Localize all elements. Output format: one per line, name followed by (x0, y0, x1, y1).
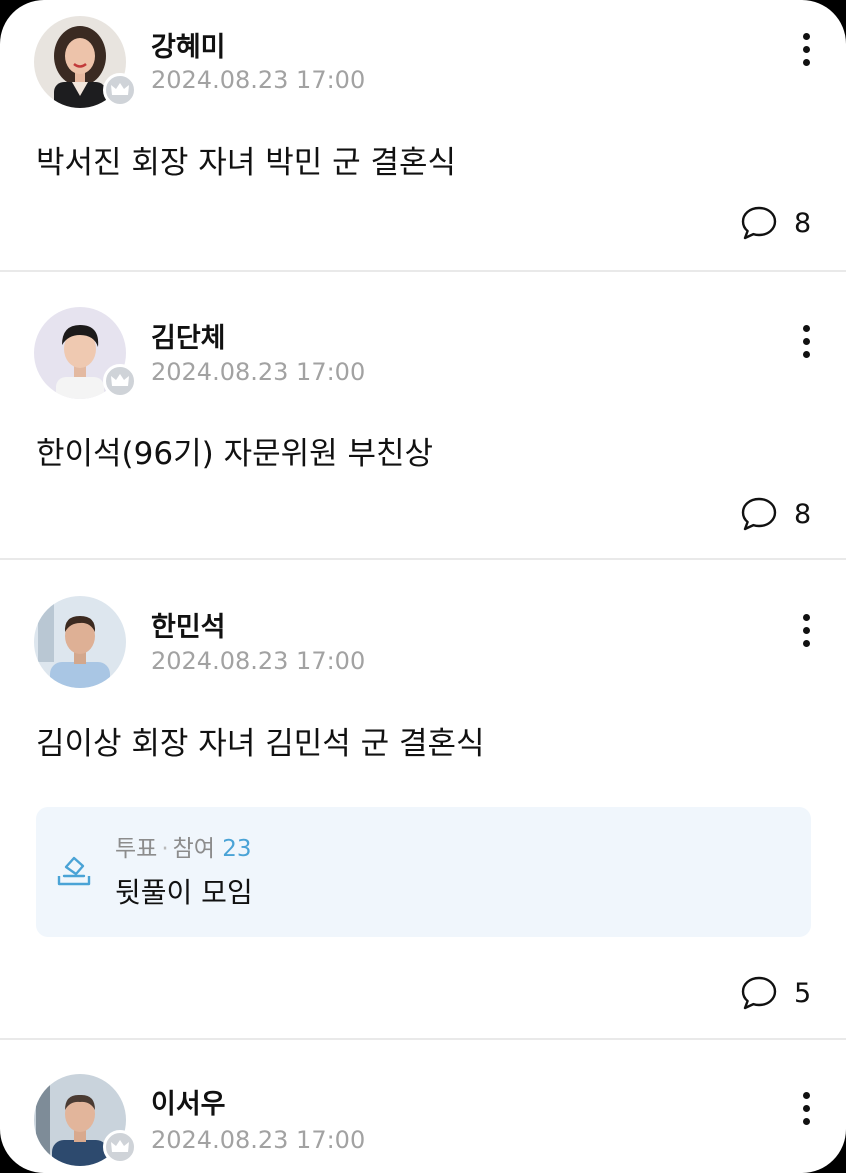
more-vertical-icon (802, 324, 810, 332)
author-name[interactable]: 한민석 (151, 605, 226, 644)
author-name[interactable]: 김단체 (151, 316, 226, 355)
speech-bubble-icon (741, 497, 777, 531)
comment-count: 5 (794, 977, 812, 1009)
more-vertical-icon (802, 32, 810, 40)
more-options-button[interactable] (790, 610, 822, 650)
comment-button[interactable]: 5 (740, 973, 811, 1013)
author-avatar[interactable] (34, 596, 126, 688)
participation-count: 23 (222, 836, 252, 862)
poll-meta: 투표 · 참여 23 (115, 829, 252, 863)
ballot-box-icon (57, 856, 91, 886)
author-name[interactable]: 이서우 (151, 1082, 226, 1121)
post-title[interactable]: 김이상 회장 자녀 김민석 군 결혼식 (36, 718, 485, 763)
meta-separator: · (161, 836, 169, 862)
more-vertical-icon (802, 1091, 810, 1099)
more-options-button[interactable] (790, 321, 822, 361)
poll-title: 뒷풀이 모임 (115, 876, 253, 909)
post-timestamp: 2024.08.23 17:00 (151, 647, 366, 675)
poll-type-label: 투표 (115, 836, 158, 862)
post-timestamp: 2024.08.23 17:00 (151, 358, 366, 386)
speech-bubble-icon (741, 976, 777, 1010)
post-title[interactable]: 한이석(96기) 자문위원 부친상 (36, 428, 433, 473)
comment-button[interactable]: 8 (740, 494, 811, 534)
poll-card[interactable]: 투표 · 참여 23 뒷풀이 모임 (36, 807, 811, 937)
post-timestamp: 2024.08.23 17:00 (151, 66, 366, 94)
crown-icon (103, 364, 137, 398)
feed-post[interactable]: 이서우 2024.08.23 17:00 (0, 1038, 846, 1173)
crown-icon (103, 1130, 137, 1164)
more-vertical-icon (802, 613, 810, 621)
more-options-button[interactable] (790, 1088, 822, 1128)
more-options-button[interactable] (790, 29, 822, 69)
comment-count: 8 (794, 207, 812, 239)
speech-bubble-icon (741, 206, 777, 240)
feed-screen: 강혜미 2024.08.23 17:00 박서진 회장 자녀 박민 군 결혼식 … (0, 0, 846, 1173)
crown-icon (103, 73, 137, 107)
comment-count: 8 (794, 498, 812, 530)
post-timestamp: 2024.08.23 17:00 (151, 1126, 366, 1154)
feed-post[interactable]: 한민석 2024.08.23 17:00 김이상 회장 자녀 김민석 군 결혼식… (0, 558, 846, 1040)
participation-label: 참여 (172, 836, 215, 862)
author-name[interactable]: 강혜미 (151, 25, 226, 64)
post-title[interactable]: 박서진 회장 자녀 박민 군 결혼식 (36, 137, 456, 182)
comment-button[interactable]: 8 (740, 203, 811, 243)
feed-post[interactable]: 강혜미 2024.08.23 17:00 박서진 회장 자녀 박민 군 결혼식 … (0, 0, 846, 270)
feed-post[interactable]: 김단체 2024.08.23 17:00 한이석(96기) 자문위원 부친상 8 (0, 270, 846, 560)
